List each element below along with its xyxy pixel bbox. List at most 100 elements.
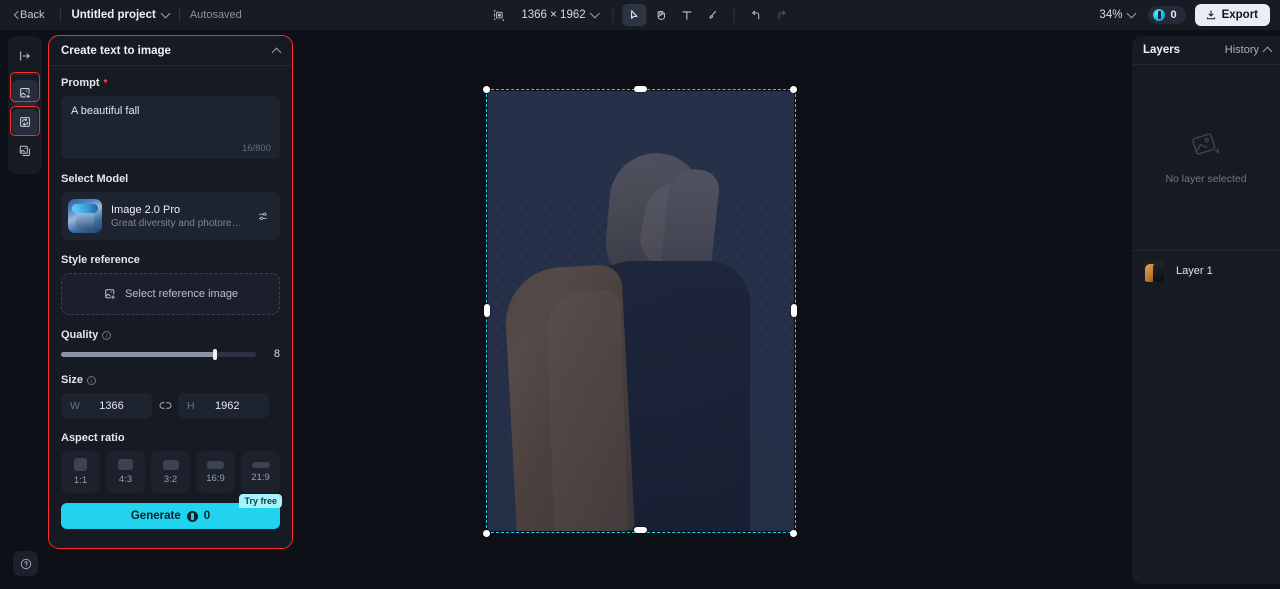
model-label-row: Select Model — [61, 173, 280, 185]
canvas-resize-button[interactable] — [486, 4, 510, 26]
aspect-ratio-option-21-9[interactable]: 21:9 — [241, 451, 280, 493]
select-reference-image-button[interactable]: Select reference image — [61, 273, 280, 315]
aspect-ratio-preview — [118, 459, 133, 470]
quality-section: Quality i 8 — [61, 329, 280, 360]
prompt-label-row: Prompt * — [61, 77, 280, 89]
model-description: Great diversity and photorealism. Of… — [111, 217, 246, 229]
history-tab[interactable]: History — [1224, 44, 1273, 57]
toolbar-right-group: 34% 0 Export — [1095, 0, 1270, 30]
size-fields: W 1366 H 1962 — [61, 393, 280, 418]
aspect-ratio-option-1-1[interactable]: 1:1 — [61, 451, 100, 493]
select-tool-button[interactable] — [622, 4, 647, 26]
zoom-level-dropdown[interactable]: 34% — [1095, 6, 1139, 24]
model-settings-button[interactable] — [255, 210, 271, 223]
layers-panel: Layers History No layer selected Layer 1 — [1132, 36, 1280, 584]
help-button[interactable] — [13, 551, 38, 576]
aspect-ratio-option-3-2[interactable]: 3:2 — [151, 451, 190, 493]
transform-image-tool-button[interactable] — [12, 109, 38, 135]
model-section: Select Model Image 2.0 Pro Great diversi… — [61, 173, 280, 240]
image-plus-icon — [105, 289, 115, 300]
divider — [733, 7, 735, 23]
image-library-tool-button[interactable] — [12, 138, 38, 164]
panel-header[interactable]: Create text to image — [49, 36, 292, 66]
canvas-dimensions-value: 1366 × 1962 — [521, 9, 586, 21]
download-icon — [1206, 10, 1215, 20]
width-value: 1366 — [99, 399, 124, 412]
chevron-down-icon — [590, 8, 601, 19]
aspect-ratio-option-16-9[interactable]: 16:9 — [196, 451, 235, 493]
hand-tool-button[interactable] — [649, 4, 673, 26]
aspect-ratio-label: Aspect ratio — [61, 432, 125, 444]
aspect-ratio-preview — [162, 459, 179, 470]
height-value: 1962 — [215, 399, 240, 412]
try-free-badge: Try free — [239, 494, 282, 508]
width-label: W — [70, 399, 80, 412]
canvas-dimensions-dropdown[interactable]: 1366 × 1962 — [516, 6, 603, 24]
back-label: Back — [20, 9, 45, 21]
layer-name: Layer 1 — [1176, 264, 1213, 277]
coin-icon — [186, 510, 198, 522]
aspect-ratio-option-4-3[interactable]: 4:3 — [106, 451, 145, 493]
credits-badge[interactable]: 0 — [1148, 6, 1186, 24]
redo-button[interactable] — [770, 4, 794, 26]
resize-handle-middle-left[interactable] — [484, 304, 490, 317]
aspect-ratio-label: 3:2 — [163, 473, 178, 485]
artboard[interactable] — [488, 91, 794, 531]
aspect-lock-toggle[interactable] — [152, 398, 178, 413]
prompt-input[interactable]: A beautiful fall 16/800 — [61, 96, 280, 159]
project-name: Untitled project — [71, 9, 156, 21]
quality-slider-fill — [61, 351, 216, 357]
quality-slider-thumb[interactable] — [213, 348, 218, 360]
generate-label: Generate — [130, 510, 181, 522]
width-input[interactable]: W 1366 — [61, 393, 152, 418]
quality-slider[interactable] — [61, 348, 256, 360]
prompt-char-count: 16/800 — [241, 143, 271, 154]
aspect-ratio-preview — [251, 461, 270, 468]
back-button[interactable]: Back — [10, 6, 50, 24]
model-name: Image 2.0 Pro — [111, 203, 181, 216]
brush-tool-button[interactable] — [701, 4, 725, 26]
layers-tab[interactable]: Layers — [1143, 44, 1180, 56]
info-icon[interactable]: i — [102, 330, 112, 340]
resize-handle-top-left[interactable] — [483, 86, 490, 93]
resize-handle-top-right[interactable] — [790, 86, 797, 93]
sliders-icon — [258, 212, 267, 220]
panel-expand-icon — [20, 51, 30, 61]
resize-handle-bottom-right[interactable] — [790, 530, 797, 537]
panel-body: Prompt * A beautiful fall 16/800 Select … — [49, 66, 292, 548]
chevron-down-icon — [1127, 8, 1137, 19]
generate-cost: 0 — [203, 510, 211, 522]
style-reference-label: Style reference — [61, 254, 140, 266]
export-label: Export — [1221, 9, 1258, 21]
app-root: Back Untitled project Autosaved 1366 × 1 — [0, 0, 1280, 589]
divider — [14, 74, 36, 75]
toolbar-center-group: 1366 × 1962 — [486, 0, 793, 30]
layer-item[interactable]: Layer 1 — [1132, 251, 1280, 290]
model-thumbnail — [68, 199, 102, 233]
resize-handle-middle-right[interactable] — [791, 304, 797, 317]
resize-handle-top-center[interactable] — [634, 86, 647, 92]
aspect-ratio-label: 1:1 — [73, 475, 88, 486]
generate-image-tool-button[interactable] — [12, 80, 38, 106]
expand-panel-button[interactable] — [12, 43, 38, 69]
chevron-up-icon[interactable] — [271, 47, 282, 57]
size-label: Size — [61, 374, 84, 386]
height-input[interactable]: H 1962 — [178, 393, 269, 418]
prompt-value: A beautiful fall — [71, 105, 140, 117]
model-selector[interactable]: Image 2.0 Pro Great diversity and photor… — [61, 192, 280, 240]
canvas-area[interactable] — [300, 30, 1128, 589]
project-name-dropdown[interactable]: Untitled project — [71, 8, 171, 21]
style-reference-label-row: Style reference — [61, 254, 280, 266]
layer-thumbnail — [1143, 259, 1166, 282]
info-icon[interactable]: i — [87, 375, 97, 385]
text-tool-button[interactable] — [675, 4, 699, 26]
history-label: History — [1224, 44, 1259, 56]
undo-button[interactable] — [744, 4, 768, 26]
select-reference-image-label: Select reference image — [124, 288, 239, 300]
resize-handle-bottom-center[interactable] — [634, 527, 647, 533]
quality-slider-row: 8 — [61, 348, 280, 360]
aspect-ratio-label: 21:9 — [251, 471, 270, 483]
resize-handle-bottom-left[interactable] — [483, 530, 490, 537]
model-meta: Image 2.0 Pro Great diversity and photor… — [111, 204, 246, 229]
export-button[interactable]: Export — [1194, 4, 1270, 26]
